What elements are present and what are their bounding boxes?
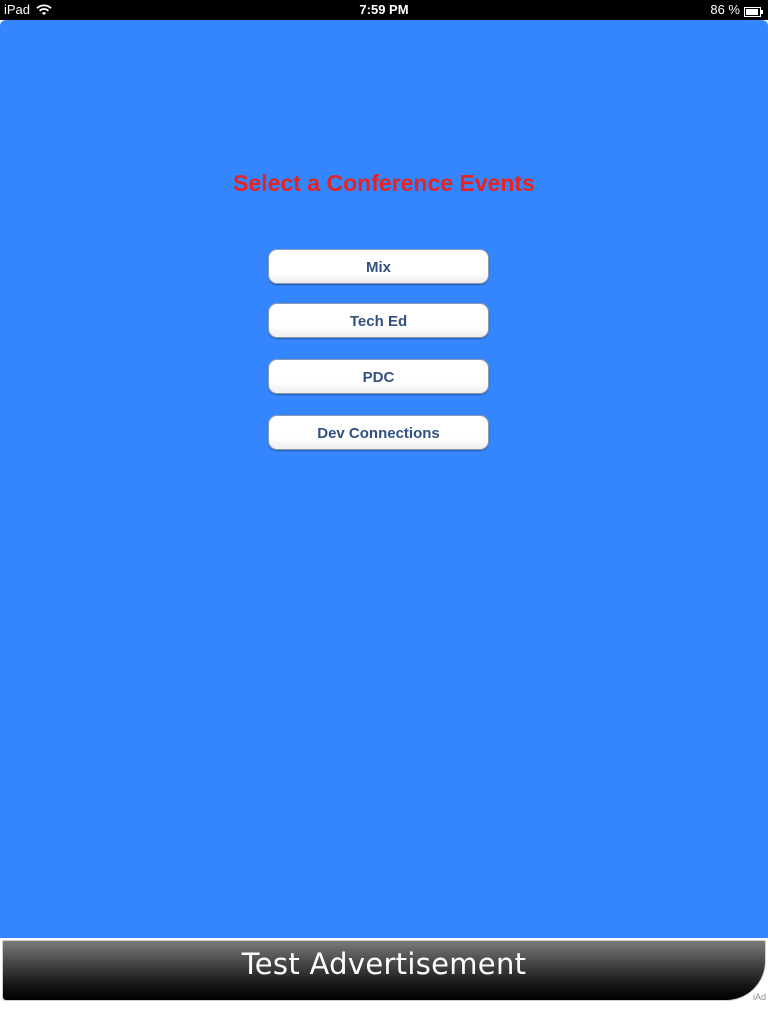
event-button-dev-connections[interactable]: Dev Connections xyxy=(268,415,489,450)
status-bar: iPad 7:59 PM 86 % xyxy=(0,0,768,20)
iad-label: iAd xyxy=(752,992,766,1002)
battery-icon xyxy=(744,5,764,17)
ad-text: Test Advertisement xyxy=(241,947,527,981)
event-button-tech-ed[interactable]: Tech Ed xyxy=(268,303,489,338)
event-button-pdc[interactable]: PDC xyxy=(268,359,489,394)
event-button-mix[interactable]: Mix xyxy=(268,249,489,284)
status-time: 7:59 PM xyxy=(359,2,409,17)
ad-bar[interactable]: Test Advertisement xyxy=(2,940,766,1001)
battery-percentage: 86 % xyxy=(710,2,740,17)
status-right: 86 % xyxy=(710,2,764,17)
ad-banner[interactable]: Test Advertisement iAd xyxy=(0,938,768,1024)
main-view: Select a Conference Events Mix Tech Ed P… xyxy=(0,20,768,938)
page-title: Select a Conference Events xyxy=(233,170,535,196)
